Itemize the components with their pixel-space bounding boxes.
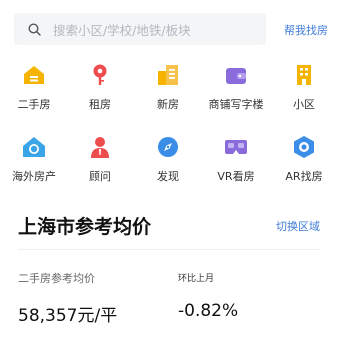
section-title: 上海市参考均价 [18, 216, 152, 238]
nav-item-shop-office[interactable]: 商铺写字楼 [204, 62, 268, 112]
search-input[interactable]: 搜索小区/学校/地铁/板块 [14, 13, 266, 45]
nav-row-1: 二手房 租房 新房 商铺写字楼 小区 [0, 62, 338, 122]
nav-item-second-hand[interactable]: 二手房 [2, 62, 66, 112]
nav-label: AR找房 [285, 170, 323, 183]
nav-item-discover[interactable]: 发现 [136, 134, 200, 184]
search-placeholder: 搜索小区/学校/地铁/板块 [53, 22, 191, 38]
discover-compass-icon [158, 137, 178, 157]
mom-change-label: 环比上月 [178, 274, 215, 284]
nav-item-rent[interactable]: 租房 [68, 62, 132, 112]
switch-area-link[interactable]: 切换区域 [276, 218, 320, 234]
rent-pin-icon [93, 64, 107, 85]
ar-hexagon-icon [294, 136, 314, 158]
avg-price-label: 二手房参考均价 [18, 272, 95, 285]
nav-item-new-house[interactable]: 新房 [136, 62, 200, 112]
nav-item-vr[interactable]: VR看房 [204, 134, 268, 184]
search-icon [28, 22, 41, 36]
vr-goggles-icon [225, 140, 247, 154]
search-row: 搜索小区/学校/地铁/板块 帮我找房 [14, 13, 328, 45]
overseas-house-icon [23, 137, 45, 157]
nav-label: 海外房产 [12, 170, 56, 183]
nav-row-2: 海外房产 顾问 发现 VR看房 AR找房 [0, 134, 338, 194]
help-find-house-link[interactable]: 帮我找房 [284, 22, 328, 38]
nav-label: 顾问 [89, 170, 111, 183]
mom-change-value: -0.82% [178, 301, 239, 321]
nav-item-community[interactable]: 小区 [272, 62, 336, 112]
community-building-icon [297, 65, 311, 85]
nav-label: VR看房 [217, 170, 255, 183]
second-hand-house-icon [24, 66, 44, 84]
nav-item-advisor[interactable]: 顾问 [68, 134, 132, 184]
nav-label: 商铺写字楼 [208, 98, 264, 111]
avg-price-value: 58,357元/平 [18, 306, 118, 326]
nav-label: 二手房 [17, 98, 51, 111]
nav-label: 发现 [157, 170, 179, 183]
nav-label: 租房 [89, 98, 111, 111]
advisor-person-icon [91, 137, 109, 158]
nav-item-overseas[interactable]: 海外房产 [2, 134, 66, 184]
nav-item-ar[interactable]: AR找房 [272, 134, 336, 184]
shop-office-wallet-icon [226, 68, 246, 84]
nav-label: 新房 [157, 98, 179, 111]
nav-label: 小区 [293, 98, 315, 111]
new-house-building-icon [158, 65, 178, 85]
divider [18, 249, 320, 250]
